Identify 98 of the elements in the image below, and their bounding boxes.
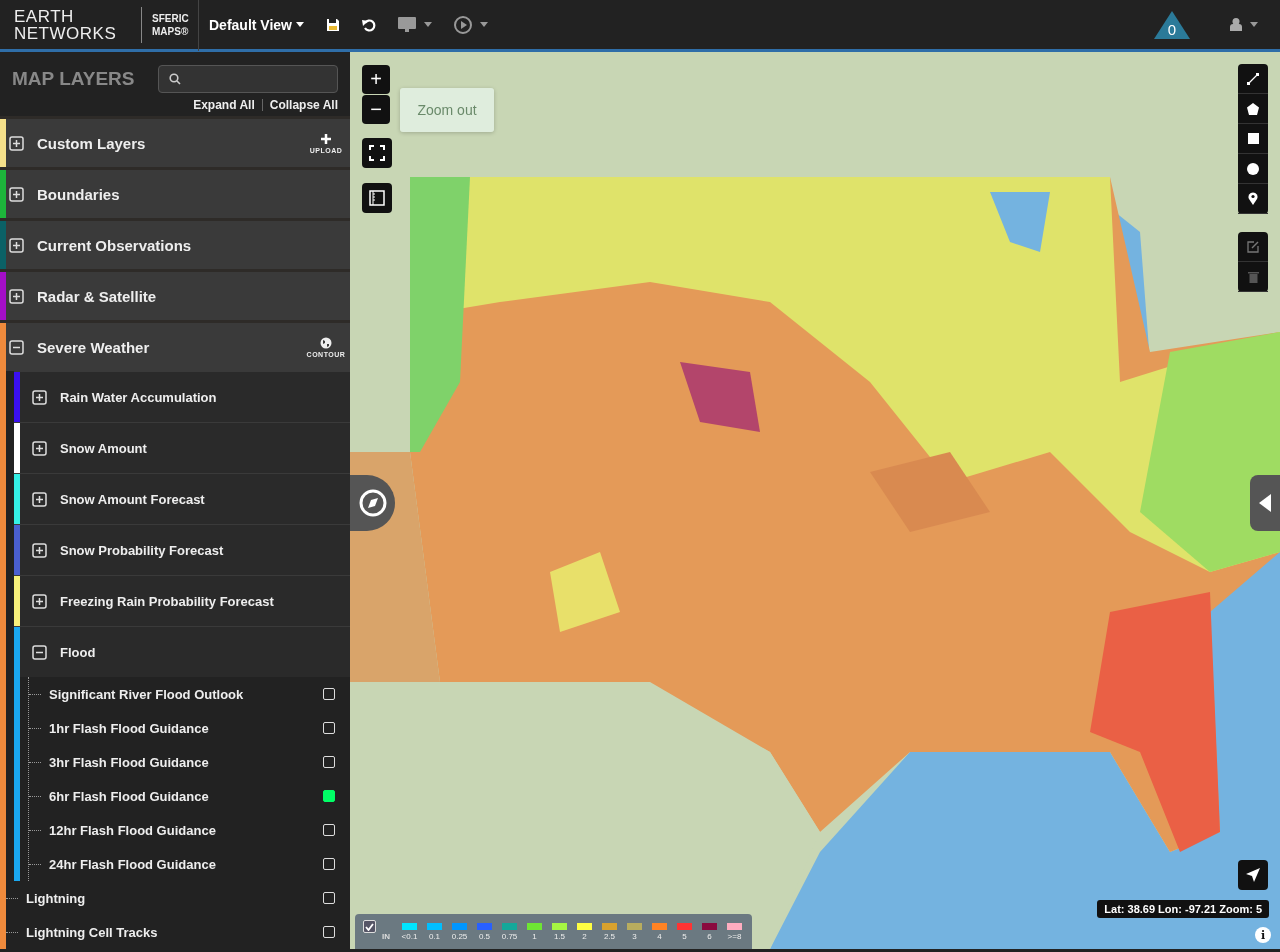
square-icon <box>1247 133 1259 144</box>
tooltip: Zoom out <box>400 88 494 132</box>
play-menu[interactable] <box>454 15 488 34</box>
legend-checkbox[interactable] <box>363 920 376 933</box>
subgroup-header[interactable]: Rain Water Accumulation <box>20 372 350 422</box>
expand-icon[interactable] <box>32 491 47 507</box>
search-icon <box>169 72 181 85</box>
layer-label: 6hr Flash Flood Guidance <box>49 788 210 804</box>
globe-icon <box>320 336 332 349</box>
expand-icon[interactable] <box>32 389 47 405</box>
legend-label: 3 <box>632 931 637 941</box>
plus-icon <box>320 132 332 145</box>
save-icon <box>326 17 340 32</box>
monitor-menu[interactable] <box>398 16 432 33</box>
alert-badge[interactable]: 0 <box>1154 10 1190 39</box>
undo-button[interactable] <box>362 17 376 32</box>
monitor-icon <box>398 16 416 33</box>
layer-label: 24hr Flash Flood Guidance <box>49 856 217 872</box>
unit-label: IN <box>382 932 390 941</box>
check-icon <box>365 922 374 931</box>
line-icon <box>1247 72 1259 85</box>
layer-checkbox[interactable] <box>323 756 335 768</box>
layer-label: Lightning <box>26 890 87 906</box>
arrow-left-icon <box>1259 494 1271 512</box>
layer-checkbox[interactable] <box>323 790 335 802</box>
panel-title: MAP LAYERS <box>12 67 136 90</box>
subgroup-header[interactable]: Snow Amount Forecast <box>20 474 350 524</box>
collapse-icon[interactable] <box>32 644 47 660</box>
layer-checkbox[interactable] <box>323 688 335 700</box>
subgroup-header[interactable]: Snow Probability Forecast <box>20 525 350 575</box>
legend-label: 6 <box>707 931 712 941</box>
legend-label: >=8 <box>727 931 742 941</box>
legend-label: 0.5 <box>478 931 491 941</box>
legend-label: 1.5 <box>553 931 566 941</box>
zoom-out-button[interactable]: − <box>362 95 390 124</box>
compass-icon <box>357 488 388 518</box>
expand-icon[interactable] <box>32 440 47 456</box>
layer-checkbox[interactable] <box>323 824 335 836</box>
panel-toggle-button[interactable] <box>1250 475 1280 531</box>
layer-label: 1hr Flash Flood Guidance <box>49 720 210 736</box>
layer-label: 3hr Flash Flood Guidance <box>49 754 210 770</box>
subgroup-header[interactable]: Freezing Rain Probability Forecast <box>20 576 350 626</box>
user-icon <box>1230 18 1242 31</box>
legend-label: 0.1 <box>428 931 441 941</box>
caret-icon <box>296 22 304 27</box>
play-icon <box>454 15 472 34</box>
legend-label: 4 <box>657 931 662 941</box>
legend-label: 0.75 <box>501 931 518 941</box>
expand-icon[interactable] <box>9 288 24 304</box>
group-header[interactable]: Current Observations <box>6 221 350 269</box>
legend-label: 5 <box>682 931 687 941</box>
legend-label: 2.5 <box>603 931 616 941</box>
group-header[interactable]: Boundaries <box>6 170 350 218</box>
expand-icon[interactable] <box>32 542 47 558</box>
layer-label: Significant River Flood Outlook <box>49 686 245 702</box>
expand-icon[interactable] <box>32 593 47 609</box>
layer-checkbox[interactable] <box>323 926 335 938</box>
caret-icon <box>480 22 488 27</box>
group-header[interactable]: Radar & Satellite <box>6 272 350 320</box>
user-menu[interactable] <box>1230 18 1258 31</box>
edit-icon <box>1247 240 1259 253</box>
collapse-icon[interactable] <box>9 339 24 355</box>
pentagon-icon <box>1247 102 1259 115</box>
legend-label: <0.1 <box>401 931 418 941</box>
legend-label: 2 <box>582 931 587 941</box>
subgroup-header[interactable]: Flood <box>20 627 350 677</box>
layer-checkbox[interactable] <box>323 858 335 870</box>
caret-icon <box>1250 22 1258 27</box>
trash-icon <box>1247 270 1259 283</box>
logo: EARTH NETWORKS <box>13 7 118 42</box>
legend-toggle-button[interactable] <box>362 183 392 213</box>
fullscreen-icon <box>369 145 385 161</box>
expand-icon[interactable] <box>9 186 24 202</box>
search-field[interactable] <box>158 64 338 93</box>
coordinates-readout: Lat: 38.69 Lon: -97.21 Zoom: 5 <box>1097 900 1269 918</box>
map-pin-icon <box>1248 192 1258 205</box>
expand-icon[interactable] <box>9 135 24 151</box>
layer-checkbox[interactable] <box>323 722 335 734</box>
product-logo: SFERIC MAPS® <box>152 11 190 38</box>
location-arrow-icon <box>1246 868 1260 882</box>
toolbar-link[interactable]: Collapse All <box>269 98 338 112</box>
layer-label: 12hr Flash Flood Guidance <box>49 822 217 838</box>
circle-icon <box>1247 162 1259 175</box>
caret-icon <box>424 22 432 27</box>
legend-label: 1 <box>532 931 537 941</box>
save-button[interactable] <box>326 17 340 32</box>
legend-label: 0.25 <box>451 931 468 941</box>
view-menu[interactable]: Default View <box>209 16 304 33</box>
zoom-in-button[interactable]: + <box>362 65 390 94</box>
expand-icon[interactable] <box>9 237 24 253</box>
fullscreen-button[interactable] <box>362 138 392 168</box>
subgroup-header[interactable]: Snow Amount <box>20 423 350 473</box>
locate-button[interactable] <box>1238 860 1268 890</box>
layer-checkbox[interactable] <box>323 892 335 904</box>
undo-icon <box>362 17 376 32</box>
ruler-icon <box>369 190 385 206</box>
layer-label: Lightning Cell Tracks <box>26 924 159 940</box>
toolbar-link[interactable]: Expand All <box>193 98 255 112</box>
